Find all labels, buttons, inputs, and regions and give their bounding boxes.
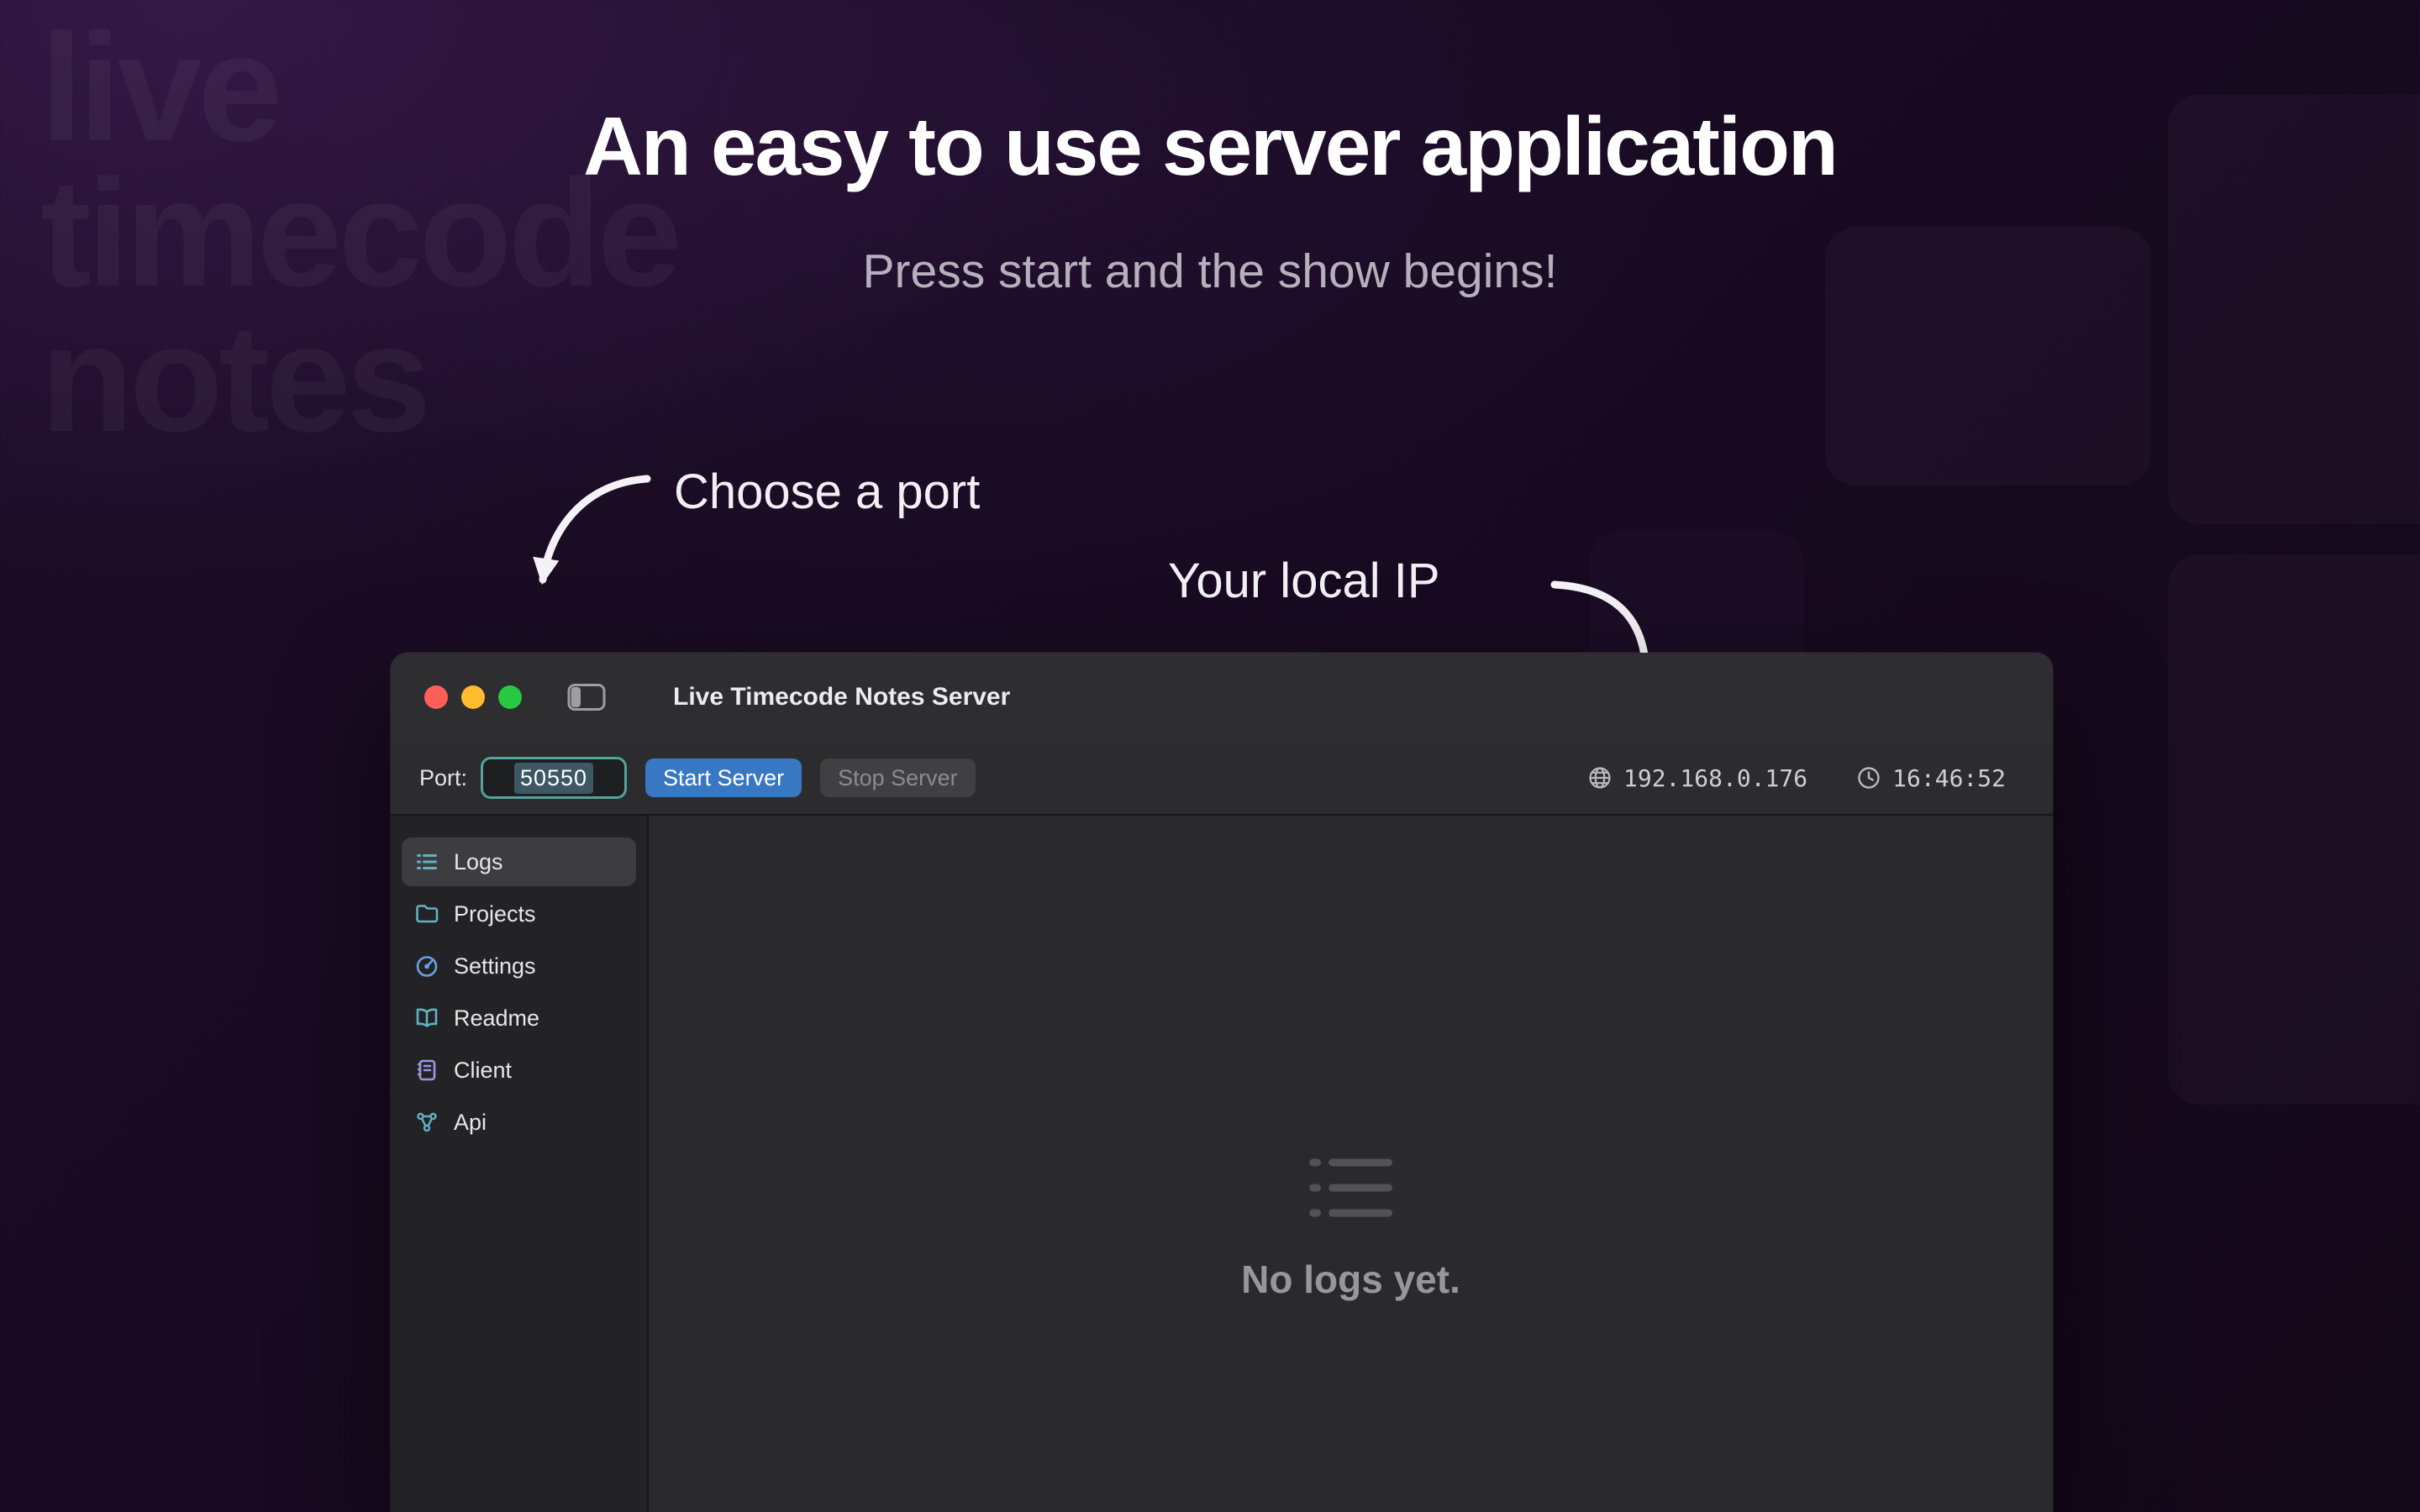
stop-server-button[interactable]: Stop Server (820, 759, 976, 797)
zoom-button[interactable] (498, 685, 522, 709)
port-input[interactable]: 50550 (481, 757, 627, 799)
clock-value: 16:46:52 (1892, 764, 2006, 792)
logs-pane: No logs yet. (649, 816, 2053, 1512)
background-panel (2168, 554, 2420, 1105)
page-title: An easy to use server application (0, 99, 2420, 194)
empty-state-text: No logs yet. (1241, 1257, 1460, 1302)
watermark-line: notes (40, 306, 678, 451)
traffic-lights (424, 685, 522, 709)
sidebar-item-label: Api (454, 1110, 487, 1136)
sidebar-item-client[interactable]: Client (402, 1046, 636, 1095)
app-window: Live Timecode Notes Server Port: 50550 S… (391, 653, 2053, 1512)
journal-icon (414, 1058, 439, 1083)
sidebar-item-projects[interactable]: Projects (402, 890, 636, 938)
window-main: Logs Projects Settings (391, 816, 2053, 1512)
network-icon (414, 1110, 439, 1135)
background-watermark: live timecode notes (40, 15, 678, 451)
sidebar-item-settings[interactable]: Settings (402, 942, 636, 990)
status-group: 192.168.0.176 16:46:52 (1587, 764, 2006, 792)
port-value: 50550 (514, 763, 593, 794)
sidebar-item-logs[interactable]: Logs (402, 837, 636, 886)
local-ip-value: 192.168.0.176 (1623, 764, 1807, 792)
start-server-button[interactable]: Start Server (645, 759, 802, 797)
sidebar-item-label: Settings (454, 953, 536, 979)
sidebar-item-label: Logs (454, 849, 503, 875)
sidebar-item-label: Readme (454, 1005, 539, 1032)
annotation-choose-port: Choose a port (674, 464, 980, 520)
gauge-icon (414, 953, 439, 979)
minimize-button[interactable] (461, 685, 485, 709)
arrow-to-port (543, 479, 647, 580)
toolbar: Port: 50550 Start Server Stop Server 192… (391, 742, 2053, 816)
title-bar: Live Timecode Notes Server (391, 653, 2053, 742)
sidebar-item-api[interactable]: Api (402, 1098, 636, 1147)
empty-state: No logs yet. (1241, 1153, 1460, 1302)
empty-list-icon (1307, 1153, 1395, 1222)
sidebar-item-readme[interactable]: Readme (402, 994, 636, 1042)
port-label: Port: (419, 765, 467, 791)
sidebar-item-label: Projects (454, 901, 536, 927)
folder-icon (414, 901, 439, 927)
window-title: Live Timecode Notes Server (673, 683, 1010, 711)
sidebar-toggle-icon[interactable] (567, 682, 606, 712)
list-icon (414, 849, 439, 874)
sidebar-item-label: Client (454, 1058, 512, 1084)
page-subtitle: Press start and the show begins! (0, 244, 2420, 299)
close-button[interactable] (424, 685, 448, 709)
annotation-local-ip: Your local IP (1168, 553, 1440, 609)
book-icon (414, 1005, 439, 1031)
globe-icon (1587, 765, 1612, 790)
sidebar: Logs Projects Settings (391, 816, 649, 1512)
clock-icon (1856, 765, 1881, 790)
